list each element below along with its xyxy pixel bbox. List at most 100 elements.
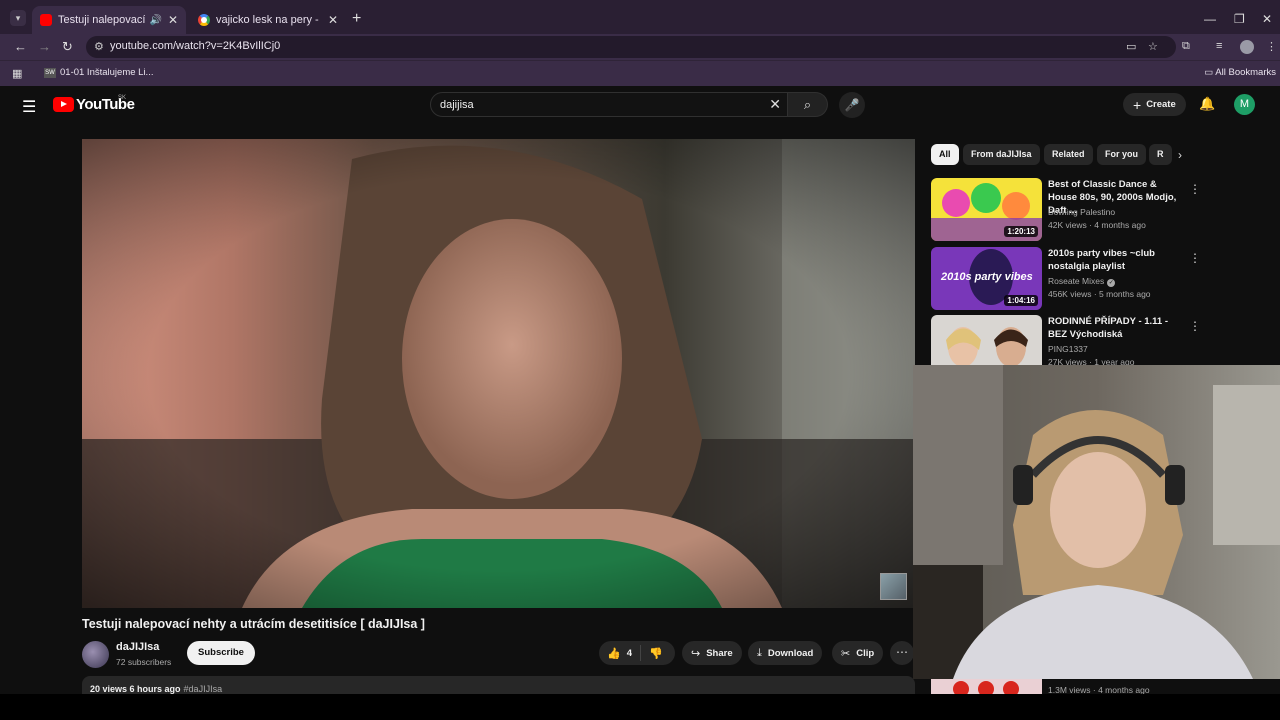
all-bookmarks-label: All Bookmarks	[1215, 67, 1276, 78]
clip-button[interactable]: ✂ Clip	[832, 641, 884, 665]
miniplayer-thumbnail[interactable]	[880, 573, 907, 600]
notifications-bell-icon[interactable]: 🔔	[1199, 96, 1215, 112]
microphone-icon: 🎤	[844, 98, 860, 112]
more-icon: ⋯	[896, 645, 908, 659]
like-dislike-bar: 👍 4 👎	[599, 641, 675, 665]
youtube-favicon-icon	[40, 14, 52, 26]
minimize-icon[interactable]: —	[1204, 12, 1216, 26]
subscribe-button[interactable]: Subscribe	[187, 641, 255, 665]
tab-youtube[interactable]: Testuji nalepovací nehty a u 🔊 ✕	[32, 6, 186, 34]
video-thumbnail[interactable]	[931, 679, 1042, 694]
bookmark-star-icon[interactable]: ☆	[1148, 40, 1158, 53]
download-button[interactable]: ⤓ Download	[748, 641, 823, 665]
recommendation-channel[interactable]: Bowling Palestino	[1048, 207, 1115, 217]
forward-icon[interactable]: →	[38, 39, 51, 54]
duration-badge: 1:20:13	[1004, 226, 1038, 237]
more-actions-button[interactable]: ⋯	[890, 641, 914, 665]
video-player[interactable]	[82, 139, 915, 608]
account-avatar[interactable]: M	[1234, 94, 1255, 115]
recommendation-title[interactable]: 2010s party vibes ~club nostalgia playli…	[1048, 247, 1178, 273]
thumbnail-art	[931, 679, 1042, 694]
speaker-icon[interactable]: 🔊	[149, 15, 161, 26]
address-bar[interactable]: ⚙ youtube.com/watch?v=2K4BvIlICj0 ▭ ☆	[86, 36, 1176, 58]
clear-search-icon[interactable]: ✕	[769, 96, 781, 113]
chip-from-channel[interactable]: From daJIJIsa	[963, 144, 1040, 165]
restore-icon[interactable]: ❐	[1234, 12, 1245, 26]
install-app-icon[interactable]: ▭	[1126, 40, 1136, 53]
video-thumbnail[interactable]: 2010s party vibes 1:04:16	[931, 247, 1042, 310]
recommendation-meta: 456K views · 5 months ago	[1048, 289, 1151, 299]
verified-check-icon: ✓	[1107, 279, 1116, 287]
browser-chrome: ▾ Testuji nalepovací nehty a u 🔊 ✕ vajic…	[0, 0, 1280, 86]
tab-title: vajicko lesk na pery - Google S	[216, 14, 322, 26]
google-favicon-icon	[198, 14, 210, 26]
reload-icon[interactable]: ↻	[62, 39, 73, 55]
hashtag-link[interactable]: #daJIJIsa	[184, 684, 223, 694]
recommendation-title[interactable]: RODINNÉ PŘÍPADY - 1.11 - BEZ Východiská	[1048, 315, 1178, 341]
webcam-overlay	[913, 365, 1280, 679]
create-label: Create	[1146, 99, 1176, 110]
like-button[interactable]: 👍 4	[599, 645, 641, 661]
recommendation-channel[interactable]: Roseate Mixes ✓	[1048, 276, 1116, 287]
video-title: Testuji nalepovací nehty a utrácím deset…	[82, 617, 425, 631]
recommendation-item[interactable]: 1:20:13 Best of Classic Dance & House 80…	[931, 178, 1201, 242]
bookmarks-bar: ▦ SW 01-01 Inštalujeme Li... ▭ All Bookm…	[0, 60, 1280, 86]
apps-grid-icon[interactable]: ▦	[12, 67, 22, 80]
search-box: ✕	[430, 92, 788, 117]
bookmark-favicon-icon: SW	[44, 67, 56, 78]
video-thumbnail[interactable]: 1:20:13	[931, 178, 1042, 241]
tab-strip: ▾ Testuji nalepovací nehty a u 🔊 ✕ vajic…	[0, 6, 1280, 34]
chip-related[interactable]: Related	[1044, 144, 1093, 165]
dislike-button[interactable]: 👎	[641, 647, 671, 660]
bookmark-item[interactable]: SW 01-01 Inštalujeme Li...	[44, 67, 153, 78]
clip-label: Clip	[856, 647, 875, 659]
download-label: Download	[767, 647, 814, 659]
folder-icon: ▭	[1204, 67, 1216, 78]
more-vert-icon[interactable]: ⋮	[1189, 182, 1201, 196]
chip-for-you[interactable]: For you	[1097, 144, 1146, 165]
channel-label: Roseate Mixes	[1048, 276, 1105, 286]
search-button[interactable]: ⌕	[788, 92, 828, 117]
duration-badge: 1:04:16	[1004, 295, 1038, 306]
like-count: 4	[626, 647, 632, 659]
webcam-image	[913, 365, 1280, 679]
thumbnail-caption: 2010s party vibes	[941, 271, 1033, 283]
tab-title: Testuji nalepovací nehty a u	[58, 14, 146, 26]
views-time: 20 views 6 hours ago	[90, 684, 181, 694]
more-vert-icon[interactable]: ⋮	[1189, 319, 1201, 333]
recommendation-item-partial[interactable]: 1.3M views · 4 months ago	[931, 679, 1280, 694]
recommendation-channel[interactable]: PING1337	[1048, 344, 1088, 354]
site-info-icon[interactable]: ⚙	[94, 40, 104, 53]
channel-name[interactable]: daJIJIsa	[116, 641, 159, 653]
tab-google[interactable]: vajicko lesk na pery - Google S ✕	[190, 6, 346, 34]
search-input[interactable]	[440, 97, 750, 113]
close-tab-icon[interactable]: ✕	[168, 13, 178, 27]
media-controls-icon[interactable]: ≡	[1216, 40, 1222, 52]
chip-all[interactable]: All	[931, 144, 959, 165]
region-code: SK	[118, 95, 127, 101]
bookmark-label: 01-01 Inštalujeme Li...	[60, 67, 154, 78]
all-bookmarks[interactable]: ▭ All Bookmarks	[1204, 67, 1276, 78]
browser-profile-icon[interactable]	[1240, 40, 1254, 54]
search-icon: ⌕	[803, 97, 812, 112]
hamburger-menu-icon[interactable]: ☰	[22, 97, 36, 117]
download-icon: ⤓	[757, 646, 762, 659]
voice-search-button[interactable]: 🎤	[839, 92, 865, 118]
close-window-icon[interactable]: ✕	[1262, 12, 1272, 26]
new-tab-icon[interactable]: +	[352, 10, 361, 28]
recommendation-item[interactable]: 2010s party vibes 1:04:16 2010s party vi…	[931, 247, 1201, 311]
filter-chips: All From daJIJIsa Related For you R	[931, 144, 1191, 166]
tab-search-icon[interactable]: ▾	[10, 10, 26, 26]
more-vert-icon[interactable]: ⋮	[1189, 251, 1201, 265]
channel-avatar[interactable]	[82, 641, 109, 668]
chip-more[interactable]: R	[1149, 144, 1172, 165]
create-button[interactable]: + Create	[1123, 93, 1186, 116]
extensions-icon[interactable]: ⧉	[1182, 40, 1190, 53]
share-button[interactable]: ↪ Share	[682, 641, 742, 665]
back-icon[interactable]: ←	[14, 39, 27, 54]
close-tab-icon[interactable]: ✕	[328, 13, 338, 27]
chevron-right-icon[interactable]: ›	[1178, 148, 1182, 162]
taskbar-area	[0, 694, 1280, 720]
browser-menu-icon[interactable]: ⋮	[1266, 40, 1277, 53]
share-label: Share	[706, 647, 733, 659]
